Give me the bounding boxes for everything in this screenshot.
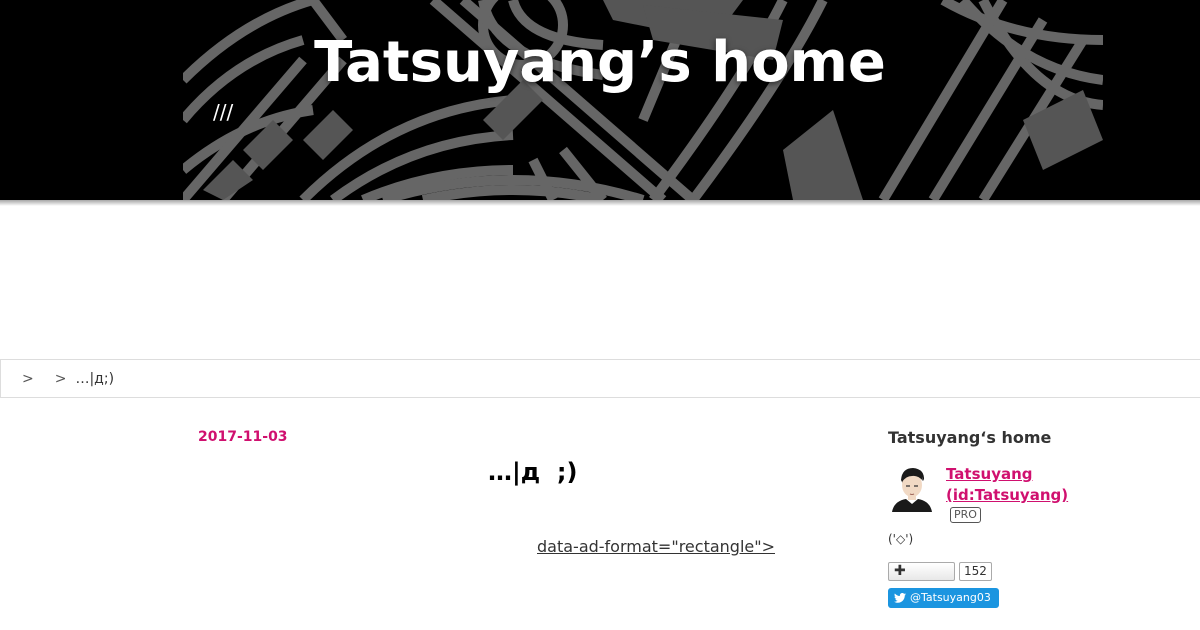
follower-count: 152 — [959, 562, 992, 581]
entry-date[interactable]: 2017-11-03 — [198, 429, 288, 445]
blog-header: Tatsuyang’s home /// — [0, 0, 1200, 200]
twitter-handle: @Tatsuyang03 — [910, 591, 991, 604]
breadcrumb-separator: > — [54, 370, 67, 387]
breadcrumb: > > …|д;) — [0, 359, 1200, 398]
twitter-follow-button[interactable]: @Tatsuyang03 — [888, 588, 999, 608]
sidebar: Tatsuyang‘s home Tatsuyang (id:Tatsuyang… — [888, 428, 1178, 608]
blog-title[interactable]: Tatsuyang’s home — [0, 28, 1200, 98]
breadcrumb-separator: > — [22, 370, 34, 387]
avatar[interactable] — [888, 464, 936, 512]
plus-icon: ✚ — [894, 563, 906, 579]
ad-placeholder-text: data-ad-format="rectangle"> — [537, 537, 775, 556]
breadcrumb-current: …|д;) — [75, 370, 115, 387]
follow-button[interactable]: ✚ — [888, 562, 955, 581]
avatar-image-icon — [888, 464, 936, 512]
breadcrumb-link-home[interactable] — [10, 371, 14, 387]
pro-badge[interactable]: PRO — [950, 507, 981, 523]
profile-description: ('◇') — [888, 532, 914, 546]
twitter-bird-icon — [894, 593, 906, 603]
blog-description: /// — [213, 100, 234, 124]
sidebar-blog-title: Tatsuyang‘s home — [888, 428, 1052, 447]
header-shadow — [0, 200, 1200, 206]
entry-title: …|д ;) — [488, 458, 578, 486]
breadcrumb-link-archive[interactable] — [43, 371, 47, 387]
profile-name-link[interactable]: Tatsuyang (id:Tatsuyang) — [946, 464, 1076, 506]
